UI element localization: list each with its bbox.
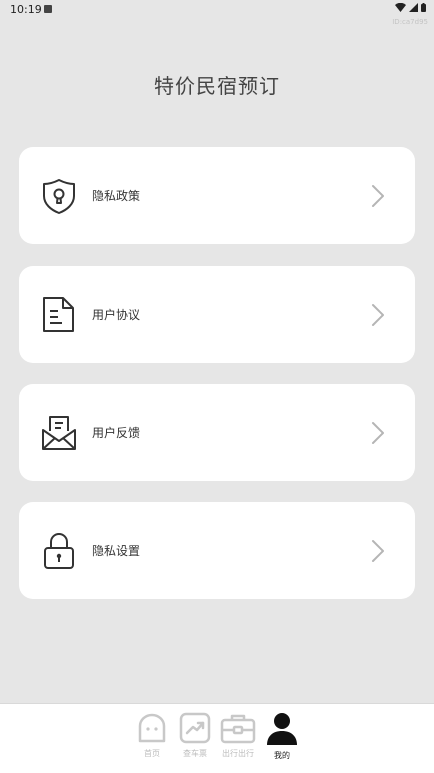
lock-icon — [44, 533, 74, 569]
status-bar: 10:19 ID:ca7d95 — [0, 0, 434, 26]
battery-icon — [421, 3, 426, 12]
tab-home[interactable]: 首页 — [130, 712, 174, 770]
device-id: ID:ca7d95 — [392, 18, 428, 26]
tab-tickets[interactable]: 查车票 — [173, 712, 217, 770]
menu-item-privacy-settings[interactable]: 隐私设置 — [19, 502, 415, 599]
signal-icon — [409, 3, 418, 12]
document-icon — [43, 297, 74, 332]
menu-item-label: 隐私政策 — [92, 189, 141, 203]
menu-item-privacy-policy[interactable]: 隐私政策 — [19, 147, 415, 244]
menu-item-label: 隐私设置 — [92, 544, 141, 558]
menu-item-label: 用户反馈 — [92, 426, 141, 440]
notification-icon — [44, 5, 52, 13]
user-icon — [267, 713, 297, 745]
wifi-icon — [395, 3, 406, 12]
chevron-right-icon — [372, 185, 384, 207]
menu-item-user-agreement[interactable]: 用户协议 — [19, 266, 415, 363]
chevron-right-icon — [372, 540, 384, 562]
tab-mine[interactable]: 我的 — [260, 712, 304, 770]
menu-item-label: 用户协议 — [92, 308, 141, 322]
tab-label: 出行出行 — [222, 749, 254, 758]
bottom-tab-bar: 首页 查车票 出行出行 我的 — [0, 703, 434, 773]
tab-travel[interactable]: 出行出行 — [216, 712, 260, 770]
chevron-right-icon — [372, 422, 384, 444]
tab-label: 我的 — [274, 751, 290, 760]
shield-keyhole-icon — [43, 179, 75, 214]
status-icons — [395, 3, 426, 12]
tab-label: 首页 — [144, 749, 160, 758]
tab-label: 查车票 — [183, 749, 207, 758]
mail-feedback-icon — [42, 416, 76, 450]
menu-item-user-feedback[interactable]: 用户反馈 — [19, 384, 415, 481]
home-icon — [138, 713, 166, 743]
page-title: 特价民宿预订 — [154, 74, 280, 98]
suitcase-icon — [220, 714, 256, 744]
chevron-right-icon — [372, 304, 384, 326]
chart-icon — [179, 712, 211, 744]
status-time: 10:19 — [10, 3, 42, 16]
